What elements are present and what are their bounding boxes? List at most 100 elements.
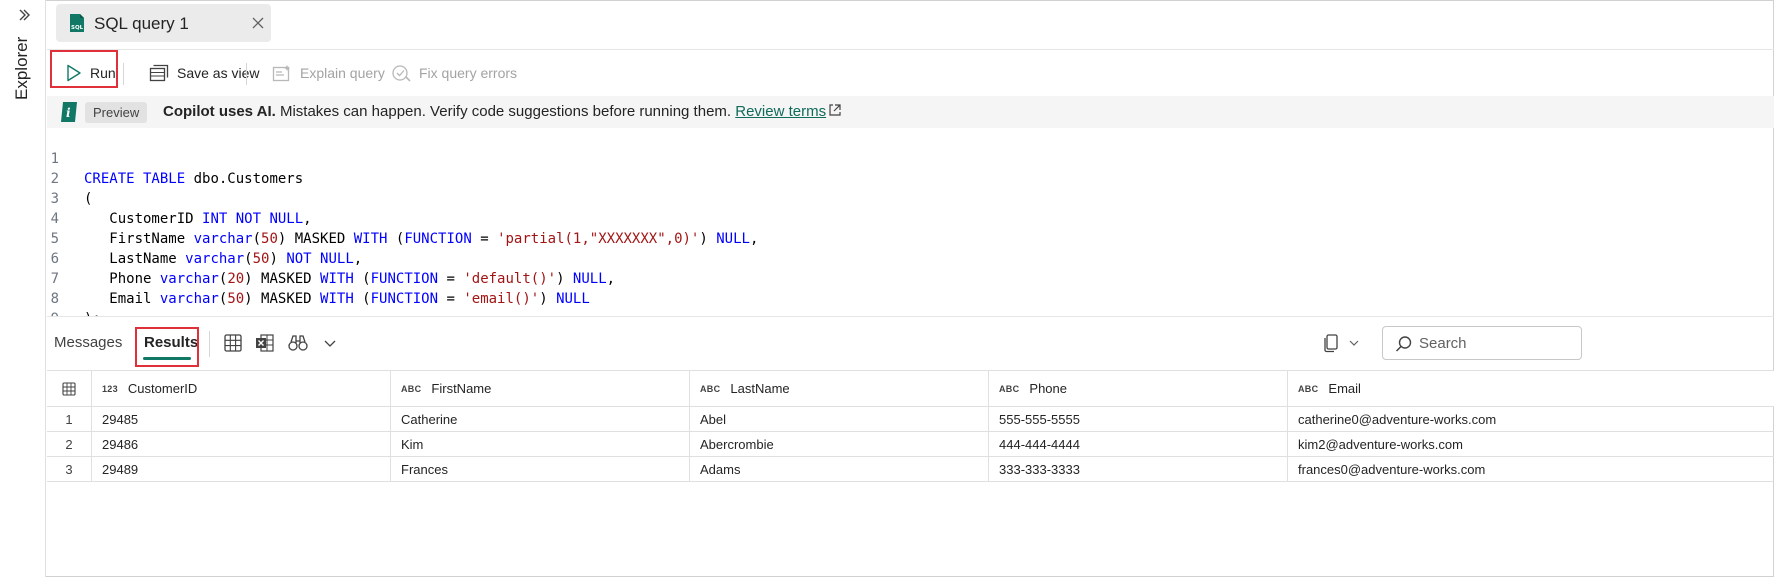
- sql-editor[interactable]: 1 CREATE TABLE dbo.Customers 2 ( 3 Custo…: [47, 128, 1774, 316]
- table-cell[interactable]: 555-555-5555: [989, 407, 1288, 431]
- code-text: CREATE TABLE dbo.Customers: [84, 171, 304, 187]
- save-view-icon: [149, 64, 169, 82]
- code-text: CustomerID INT NOT NULL,: [84, 211, 312, 227]
- expand-chevrons-icon[interactable]: [17, 8, 31, 22]
- table-cell[interactable]: catherine0@adventure-works.com: [1288, 407, 1774, 431]
- results-grid: 123 CustomerID ABC FirstName ABC LastNam…: [47, 370, 1774, 577]
- text-type-icon: ABC: [999, 383, 1020, 394]
- tab-title: SQL query 1: [94, 14, 189, 33]
- explain-icon: [272, 65, 290, 82]
- code-line: 10 INSERT dbo.Customers (CustomerID, Fir…: [47, 309, 81, 316]
- review-terms-link[interactable]: Review terms: [735, 103, 826, 120]
- select-all-cell[interactable]: [47, 371, 92, 406]
- column-header-email[interactable]: ABC Email: [1288, 371, 1774, 406]
- toolbar-divider: [246, 63, 247, 85]
- save-as-view-button[interactable]: Save as view: [149, 56, 259, 90]
- chevron-down-icon[interactable]: [1347, 333, 1361, 353]
- code-text: );: [84, 309, 101, 316]
- grid-header: 123 CustomerID ABC FirstName ABC LastNam…: [47, 370, 1774, 407]
- save-as-view-label: Save as view: [177, 65, 260, 81]
- text-type-icon: ABC: [700, 383, 721, 394]
- external-link-icon[interactable]: [828, 103, 842, 117]
- table-cell[interactable]: Catherine: [391, 407, 690, 431]
- table-cell[interactable]: 333-333-3333: [989, 457, 1288, 481]
- code-line: 1 CREATE TABLE dbo.Customers: [47, 129, 304, 187]
- fix-query-errors-button[interactable]: Fix query errors: [391, 56, 517, 90]
- table-view-icon[interactable]: [223, 333, 243, 353]
- text-type-icon: ABC: [1298, 383, 1319, 394]
- code-line: 5 LastName varchar(50) NOT NULL,: [47, 209, 363, 267]
- grid-icon: [62, 381, 76, 396]
- table-cell[interactable]: Frances: [391, 457, 690, 481]
- search-box[interactable]: [1382, 326, 1582, 360]
- table-cell[interactable]: 29485: [92, 407, 391, 431]
- query-toolbar: Run Save as view Explain query Fix query…: [47, 50, 1774, 95]
- row-number: 3: [47, 457, 92, 481]
- binoculars-icon[interactable]: [288, 333, 308, 353]
- table-cell[interactable]: 29486: [92, 432, 391, 456]
- chevron-down-icon[interactable]: [323, 333, 337, 353]
- code-line: 3 CustomerID INT NOT NULL,: [47, 169, 312, 227]
- table-cell[interactable]: frances0@adventure-works.com: [1288, 457, 1774, 481]
- code-line: 7 Email varchar(50) MASKED WITH (FUNCTIO…: [47, 249, 590, 307]
- results-highlight-box: [135, 327, 199, 367]
- code-text: (: [84, 191, 93, 207]
- copilot-icon: i: [61, 102, 77, 122]
- explorer-label[interactable]: Explorer: [12, 30, 34, 100]
- row-number: 1: [47, 407, 92, 431]
- column-header-label: Phone: [1029, 381, 1067, 396]
- table-cell[interactable]: 29489: [92, 457, 391, 481]
- search-input[interactable]: [1419, 329, 1569, 357]
- column-header-firstname[interactable]: ABC FirstName: [391, 371, 690, 406]
- copilot-disclaimer-bold: Copilot uses AI.: [163, 103, 276, 120]
- preview-badge: Preview: [85, 102, 148, 123]
- column-header-lastname[interactable]: ABC LastName: [690, 371, 989, 406]
- table-cell[interactable]: 444-444-4444: [989, 432, 1288, 456]
- toolbar-divider: [123, 63, 124, 85]
- code-text: Phone varchar(20) MASKED WITH (FUNCTION …: [84, 271, 616, 287]
- close-icon[interactable]: [250, 15, 266, 31]
- number-type-icon: 123: [102, 383, 118, 394]
- excel-icon[interactable]: [255, 333, 275, 353]
- code-line: 6 Phone varchar(20) MASKED WITH (FUNCTIO…: [47, 229, 616, 287]
- results-toolbar: Messages Results: [47, 316, 1774, 370]
- copy-icon[interactable]: [1321, 333, 1341, 353]
- table-cell[interactable]: Adams: [690, 457, 989, 481]
- table-cell[interactable]: kim2@adventure-works.com: [1288, 432, 1774, 456]
- search-icon: [1395, 336, 1412, 352]
- column-header-label: FirstName: [431, 381, 492, 396]
- table-cell[interactable]: Kim: [391, 432, 690, 456]
- svg-text:i: i: [66, 106, 71, 120]
- tab-bar: SQL SQL query 1: [47, 0, 1774, 50]
- fix-query-errors-label: Fix query errors: [419, 65, 518, 81]
- copilot-disclaimer: Copilot uses AI. Mistakes can happen. Ve…: [163, 103, 842, 120]
- tab-sql-query-1[interactable]: SQL SQL query 1: [56, 4, 271, 42]
- explain-query-button[interactable]: Explain query: [272, 56, 385, 90]
- code-text: Email varchar(50) MASKED WITH (FUNCTION …: [84, 291, 590, 307]
- table-row[interactable]: 3 29489 Frances Adams 333-333-3333 franc…: [47, 457, 1774, 482]
- explorer-rail[interactable]: Explorer: [0, 0, 46, 577]
- column-header-label: Email: [1328, 381, 1361, 396]
- column-header-label: CustomerID: [127, 381, 198, 396]
- code-text: LastName varchar(50) NOT NULL,: [84, 251, 363, 267]
- column-header-label: LastName: [730, 381, 790, 396]
- row-number: 2: [47, 432, 92, 456]
- table-row[interactable]: 2 29486 Kim Abercrombie 444-444-4444 kim…: [47, 432, 1774, 457]
- code-line: 4 FirstName varchar(50) MASKED WITH (FUN…: [47, 189, 759, 247]
- code-line: 9: [47, 289, 81, 316]
- column-header-phone[interactable]: ABC Phone: [989, 371, 1288, 406]
- table-row[interactable]: 1 29485 Catherine Abel 555-555-5555 cath…: [47, 407, 1774, 432]
- table-cell[interactable]: Abel: [690, 407, 989, 431]
- copilot-banner: i Preview Copilot uses AI. Mistakes can …: [47, 96, 1774, 128]
- code-text: FirstName varchar(50) MASKED WITH (FUNCT…: [84, 231, 759, 247]
- svg-text:SQL: SQL: [71, 25, 84, 31]
- code-line: 8 );: [47, 269, 101, 316]
- explain-query-label: Explain query: [300, 65, 385, 81]
- code-line: 2 (: [47, 149, 93, 207]
- tab-messages[interactable]: Messages: [54, 334, 122, 351]
- column-header-customerid[interactable]: 123 CustomerID: [92, 371, 391, 406]
- run-highlight-box: [50, 50, 118, 88]
- results-divider: [209, 331, 210, 357]
- text-type-icon: ABC: [401, 383, 422, 394]
- table-cell[interactable]: Abercrombie: [690, 432, 989, 456]
